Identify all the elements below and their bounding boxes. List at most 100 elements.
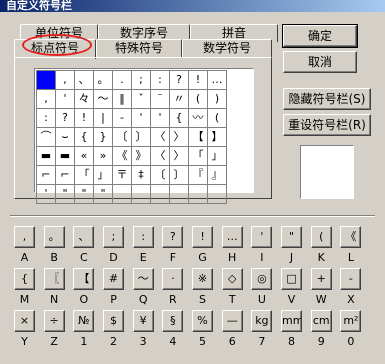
symbol-cell[interactable]: 〉 (170, 147, 189, 166)
symbol-cell[interactable] (151, 185, 170, 204)
symbol-key-button[interactable]: mm (281, 310, 303, 332)
symbol-cell[interactable] (37, 71, 56, 90)
symbol-cell[interactable]: : (151, 71, 170, 90)
symbol-cell[interactable]: ) (208, 90, 227, 109)
symbol-key-button[interactable]: × (14, 310, 35, 332)
symbol-cell[interactable]: ˇ (132, 90, 151, 109)
symbol-key-button[interactable]: § (162, 310, 184, 332)
symbol-cell[interactable]: : (37, 109, 56, 128)
symbol-key-button[interactable]: + (310, 268, 332, 290)
symbol-key-button[interactable]: 〜 (132, 268, 154, 290)
symbol-cell[interactable]: 」 (94, 166, 113, 185)
symbol-cell[interactable]: 」 (208, 147, 227, 166)
symbol-key-button[interactable]: ; (103, 226, 124, 248)
symbol-key-button[interactable]: 。 (43, 226, 65, 248)
symbol-cell[interactable]: 【 (189, 128, 208, 147)
symbol-cell[interactable]: ! (75, 109, 94, 128)
symbol-cell[interactable]: 〉 (170, 128, 189, 147)
symbol-cell[interactable]: , (56, 71, 75, 90)
symbol-cell[interactable]: { (75, 128, 94, 147)
tab-special-symbols[interactable]: 特殊符号 (96, 39, 182, 57)
symbol-cell[interactable]: 】 (208, 128, 227, 147)
symbol-cell[interactable]: 、 (75, 71, 94, 90)
symbol-cell[interactable]: ' (151, 109, 170, 128)
symbol-key-button[interactable]: m² (340, 310, 362, 332)
hide-symbol-bar-button[interactable]: 隐藏符号栏(S) (283, 88, 371, 110)
symbol-cell[interactable]: ⌒ (37, 128, 56, 147)
symbol-key-button[interactable]: { (14, 268, 35, 290)
symbol-cell[interactable]: ! (189, 71, 208, 90)
symbol-cell[interactable]: ¨ (151, 90, 170, 109)
symbol-cell[interactable]: 〃 (170, 90, 189, 109)
symbol-cell[interactable]: 〈 (151, 147, 170, 166)
symbol-key-button[interactable]: ◇ (221, 268, 243, 290)
symbol-cell[interactable]: 〰 (189, 109, 208, 128)
symbol-key-button[interactable]: 、 (73, 226, 95, 248)
symbol-cell[interactable]: ‡ (132, 166, 151, 185)
symbol-key-button[interactable]: ◎ (251, 268, 273, 290)
symbol-cell[interactable]: " (75, 185, 94, 204)
symbol-cell[interactable]: ? (170, 71, 189, 90)
symbol-cell[interactable]: 〕 (170, 166, 189, 185)
symbol-key-button[interactable]: ' (251, 226, 273, 248)
symbol-cell[interactable]: 「 (75, 166, 94, 185)
symbol-key-button[interactable]: # (103, 268, 124, 290)
symbol-cell[interactable]: ⌐ (56, 166, 75, 185)
symbol-cell[interactable]: ‖ (113, 90, 132, 109)
symbol-cell[interactable]: - (113, 109, 132, 128)
symbol-key-button[interactable]: ? (162, 226, 184, 248)
symbol-cell[interactable]: | (94, 109, 113, 128)
symbol-cell[interactable] (170, 185, 189, 204)
symbol-key-button[interactable]: 〖 (43, 268, 65, 290)
symbol-cell[interactable]: ' (56, 90, 75, 109)
tab-math-symbols[interactable]: 数学符号 (182, 39, 272, 57)
symbol-cell[interactable]: ' (37, 185, 56, 204)
symbol-key-button[interactable]: , (14, 226, 35, 248)
symbol-cell[interactable]: . (113, 71, 132, 90)
symbol-cell[interactable]: 〔 (151, 166, 170, 185)
symbol-cell[interactable]: 《 (113, 147, 132, 166)
symbol-key-button[interactable]: … (221, 226, 243, 248)
symbol-key-button[interactable]: ¥ (132, 310, 154, 332)
symbol-key-button[interactable]: 【 (73, 268, 95, 290)
symbol-cell[interactable]: ' (132, 109, 151, 128)
symbol-key-button[interactable]: ※ (192, 268, 214, 290)
symbol-cell[interactable]: ( (189, 90, 208, 109)
symbol-cell[interactable]: 「 (189, 147, 208, 166)
symbol-cell[interactable]: ? (56, 109, 75, 128)
cancel-button[interactable]: 取消 (283, 51, 357, 73)
symbol-cell[interactable]: 〒 (113, 166, 132, 185)
symbol-cell[interactable] (132, 185, 151, 204)
symbol-key-button[interactable]: : (132, 226, 154, 248)
symbol-cell[interactable]: } (94, 128, 113, 147)
symbol-cell[interactable]: 『 (189, 166, 208, 185)
symbol-cell[interactable] (189, 185, 208, 204)
symbol-cell[interactable]: 』 (208, 166, 227, 185)
symbol-key-button[interactable]: ÷ (43, 310, 65, 332)
symbol-cell[interactable] (208, 185, 227, 204)
symbol-cell[interactable]: 〔 (113, 128, 132, 147)
symbol-key-button[interactable]: 《 (340, 226, 362, 248)
ok-button[interactable]: 确定 (282, 24, 358, 48)
symbol-cell[interactable]: 》 (132, 147, 151, 166)
symbol-cell[interactable]: , (37, 90, 56, 109)
symbol-cell[interactable]: " (94, 185, 113, 204)
symbol-key-button[interactable]: № (73, 310, 95, 332)
symbol-cell[interactable]: … (208, 71, 227, 90)
symbol-key-button[interactable]: " (281, 226, 303, 248)
symbol-key-button[interactable]: — (221, 310, 243, 332)
symbol-cell[interactable]: ( (208, 109, 227, 128)
symbol-cell[interactable]: 〈 (151, 128, 170, 147)
symbol-cell[interactable]: 。 (94, 71, 113, 90)
symbol-key-button[interactable]: $ (103, 310, 124, 332)
symbol-key-button[interactable]: · (162, 268, 184, 290)
symbol-cell[interactable] (113, 185, 132, 204)
symbol-cell[interactable]: 〜 (94, 90, 113, 109)
symbol-cell[interactable]: » (94, 147, 113, 166)
symbol-cell[interactable]: ; (132, 71, 151, 90)
symbol-cell[interactable]: { (170, 109, 189, 128)
symbol-cell[interactable]: 々 (75, 90, 94, 109)
symbol-cell[interactable]: " (56, 185, 75, 204)
symbol-key-button[interactable]: ( (310, 226, 332, 248)
reset-symbol-bar-button[interactable]: 重设符号栏(R) (283, 114, 371, 136)
